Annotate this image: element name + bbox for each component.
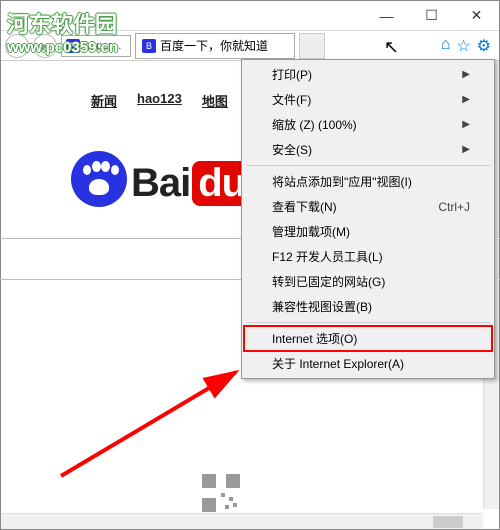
chevron-right-icon: ▶ bbox=[462, 69, 470, 80]
shortcut-text: Ctrl+J bbox=[438, 200, 470, 214]
watermark-url: www.pc0359.cn bbox=[7, 39, 118, 56]
menu-internet-options[interactable]: Internet 选项(O) bbox=[244, 326, 492, 351]
chevron-right-icon: ▶ bbox=[462, 119, 470, 130]
nav-news[interactable]: 新闻 bbox=[91, 91, 117, 110]
red-arrow-annotation bbox=[51, 366, 271, 491]
menu-separator bbox=[246, 165, 490, 166]
menu-downloads[interactable]: 查看下载(N)Ctrl+J bbox=[244, 194, 492, 219]
chevron-right-icon: ▶ bbox=[462, 144, 470, 155]
menu-about-ie[interactable]: 关于 Internet Explorer(A) bbox=[244, 351, 492, 376]
menu-separator bbox=[246, 322, 490, 323]
tab-favicon-icon: B bbox=[142, 39, 156, 53]
menu-compat-view[interactable]: 兼容性视图设置(B) bbox=[244, 294, 492, 319]
maximize-button[interactable]: ☐ bbox=[409, 1, 454, 31]
menu-file[interactable]: 文件(F)▶ bbox=[244, 87, 492, 112]
mouse-cursor-icon: ↖ bbox=[384, 37, 399, 58]
tab-title: 百度一下，你就知道 bbox=[160, 37, 268, 54]
nav-hao123[interactable]: hao123 bbox=[137, 91, 182, 110]
nav-map[interactable]: 地图 bbox=[202, 91, 228, 110]
menu-print[interactable]: 打印(P)▶ bbox=[244, 62, 492, 87]
paw-icon bbox=[71, 151, 127, 207]
favorites-icon[interactable]: ☆ bbox=[456, 36, 470, 56]
menu-pinned-sites[interactable]: 转到已固定的网站(G) bbox=[244, 269, 492, 294]
watermark: 河东软件园 www.pc0359.cn bbox=[7, 7, 118, 56]
horizontal-scrollbar[interactable] bbox=[1, 513, 483, 529]
browser-tab[interactable]: B 百度一下，你就知道 bbox=[135, 33, 295, 59]
close-button[interactable]: ✕ bbox=[454, 1, 499, 31]
menu-zoom[interactable]: 缩放 (Z) (100%)▶ bbox=[244, 112, 492, 137]
toolbar-icons: ⌂ ☆ ⚙ bbox=[441, 36, 495, 56]
chevron-right-icon: ▶ bbox=[462, 94, 470, 105]
scroll-thumb[interactable] bbox=[433, 516, 463, 528]
tools-icon[interactable]: ⚙ bbox=[477, 36, 491, 56]
menu-devtools[interactable]: F12 开发人员工具(L) bbox=[244, 244, 492, 269]
tools-menu: 打印(P)▶ 文件(F)▶ 缩放 (Z) (100%)▶ 安全(S)▶ 将站点添… bbox=[241, 59, 495, 379]
watermark-site: 河东软件园 bbox=[7, 7, 118, 39]
home-icon[interactable]: ⌂ bbox=[441, 36, 451, 56]
menu-safety[interactable]: 安全(S)▶ bbox=[244, 137, 492, 162]
minimize-button[interactable]: — bbox=[364, 1, 409, 31]
menu-add-to-apps[interactable]: 将站点添加到"应用"视图(I) bbox=[244, 169, 492, 194]
new-tab-button[interactable] bbox=[299, 33, 325, 59]
menu-addons[interactable]: 管理加载项(M) bbox=[244, 219, 492, 244]
